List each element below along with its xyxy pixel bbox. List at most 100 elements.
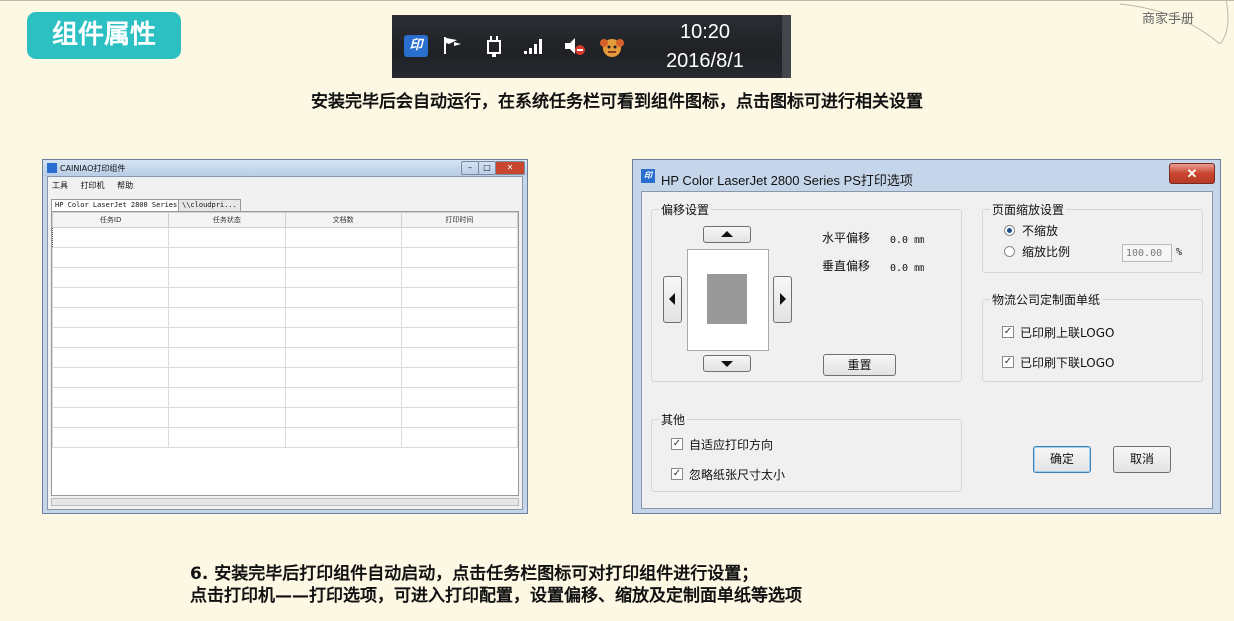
offset-left-button[interactable] [663,276,682,323]
caption-bottom-line1: 6. 安装完毕后打印组件自动启动，点击任务栏图标可对打印组件进行设置； [190,564,759,584]
taskbar-clock-date[interactable]: 2016/8/1 [650,50,760,73]
system-taskbar: 印 10:20 2016/8/1 [392,15,791,78]
cainiao-print-icon [47,163,57,173]
close-button[interactable]: ✕ [495,161,525,175]
table-cell[interactable] [284,347,402,368]
table-cell[interactable] [52,387,170,408]
offset-down-button[interactable] [703,355,751,372]
table-row[interactable] [52,347,518,368]
ok-button[interactable]: 确定 [1033,446,1091,473]
table-cell[interactable] [168,407,286,428]
offset-right-button[interactable] [773,276,792,323]
table-row[interactable] [52,287,518,308]
table-cell[interactable] [400,347,518,368]
paper-preview [687,249,769,351]
column-header[interactable]: 任务ID [52,212,170,228]
table-cell[interactable] [400,367,518,388]
column-header[interactable]: 文档数 [284,212,402,228]
table-cell[interactable] [284,367,402,388]
window-titlebar[interactable]: CAINIAO打印组件 – □ ✕ [43,160,527,176]
table-cell[interactable] [52,327,170,348]
table-row[interactable] [52,247,518,268]
menu-tools[interactable]: 工具 [52,181,68,190]
table-cell[interactable] [400,387,518,408]
table-cell[interactable] [284,427,402,448]
table-cell[interactable] [168,367,286,388]
table-cell[interactable] [168,347,286,368]
table-cell[interactable] [400,327,518,348]
table-row[interactable] [52,327,518,348]
lower-logo-checkbox[interactable]: ✓ [1002,356,1014,368]
table-row[interactable] [52,227,518,248]
column-header[interactable]: 打印时间 [400,212,518,228]
table-row[interactable] [52,307,518,328]
dialog-titlebar[interactable]: 印 HP Color LaserJet 2800 Series PS打印选项 ✕ [633,160,1220,191]
cancel-button[interactable]: 取消 [1113,446,1171,473]
no-scale-radio[interactable] [1004,225,1015,236]
table-cell[interactable] [400,247,518,268]
minimize-button[interactable]: – [461,161,479,175]
table-cell[interactable] [284,267,402,288]
table-cell[interactable] [168,287,286,308]
table-cell[interactable] [400,307,518,328]
table-cell[interactable] [168,307,286,328]
signal-icon[interactable] [522,35,546,57]
menu-printer[interactable]: 打印机 [81,181,105,190]
table-row[interactable] [52,367,518,388]
ignore-size-checkbox[interactable]: ✓ [671,468,683,480]
table-cell[interactable] [400,227,518,248]
scale-ratio-input[interactable]: 100.00 [1122,244,1172,262]
table-cell[interactable] [400,287,518,308]
flag-icon[interactable] [440,35,464,57]
table-cell[interactable] [284,227,402,248]
table-cell[interactable] [168,227,286,248]
offset-up-button[interactable] [703,226,751,243]
maximize-button[interactable]: □ [478,161,496,175]
table-cell[interactable] [168,327,286,348]
table-cell[interactable] [284,307,402,328]
table-cell[interactable] [52,267,170,288]
table-cell[interactable] [52,247,170,268]
power-icon[interactable] [482,35,506,57]
table-row[interactable] [52,387,518,408]
table-cell[interactable] [52,227,170,248]
show-desktop-button[interactable] [782,15,791,78]
table-cell[interactable] [284,247,402,268]
table-cell[interactable] [400,407,518,428]
table-cell[interactable] [284,327,402,348]
table-cell[interactable] [52,287,170,308]
table-cell[interactable] [168,267,286,288]
scale-ratio-radio[interactable] [1004,246,1015,257]
reset-button[interactable]: 重置 [823,354,896,376]
auto-direction-label: 自适应打印方向 [689,438,774,452]
table-cell[interactable] [168,387,286,408]
vertical-offset-value: 0.0 ㎜ [890,263,925,274]
taskbar-clock-time[interactable]: 10:20 [650,21,760,44]
table-cell[interactable] [168,427,286,448]
table-cell[interactable] [284,407,402,428]
table-cell[interactable] [400,267,518,288]
auto-direction-checkbox[interactable]: ✓ [671,438,683,450]
table-cell[interactable] [52,367,170,388]
upper-logo-checkbox[interactable]: ✓ [1002,326,1014,338]
close-button[interactable]: ✕ [1169,163,1215,184]
table-row[interactable] [52,267,518,288]
arrow-left-icon [669,293,675,305]
table-cell[interactable] [52,307,170,328]
table-cell[interactable] [284,287,402,308]
mute-speaker-icon[interactable] [562,35,586,57]
table-header-row: 任务ID 任务状态 文档数 打印时间 [52,212,518,228]
table-row[interactable] [52,427,518,448]
monkey-app-icon[interactable] [599,35,624,57]
table-cell[interactable] [52,407,170,428]
column-header[interactable]: 任务状态 [168,212,286,228]
table-cell[interactable] [168,247,286,268]
table-row[interactable] [52,407,518,428]
menu-help[interactable]: 帮助 [117,181,133,190]
table-cell[interactable] [400,427,518,448]
table-cell[interactable] [284,387,402,408]
cainiao-print-icon[interactable]: 印 [404,35,428,57]
table-cell[interactable] [52,347,170,368]
caption-bottom: 6. 安装完毕后打印组件自动启动，点击任务栏图标可对打印组件进行设置； 点击打印… [190,563,802,607]
table-cell[interactable] [52,427,170,448]
